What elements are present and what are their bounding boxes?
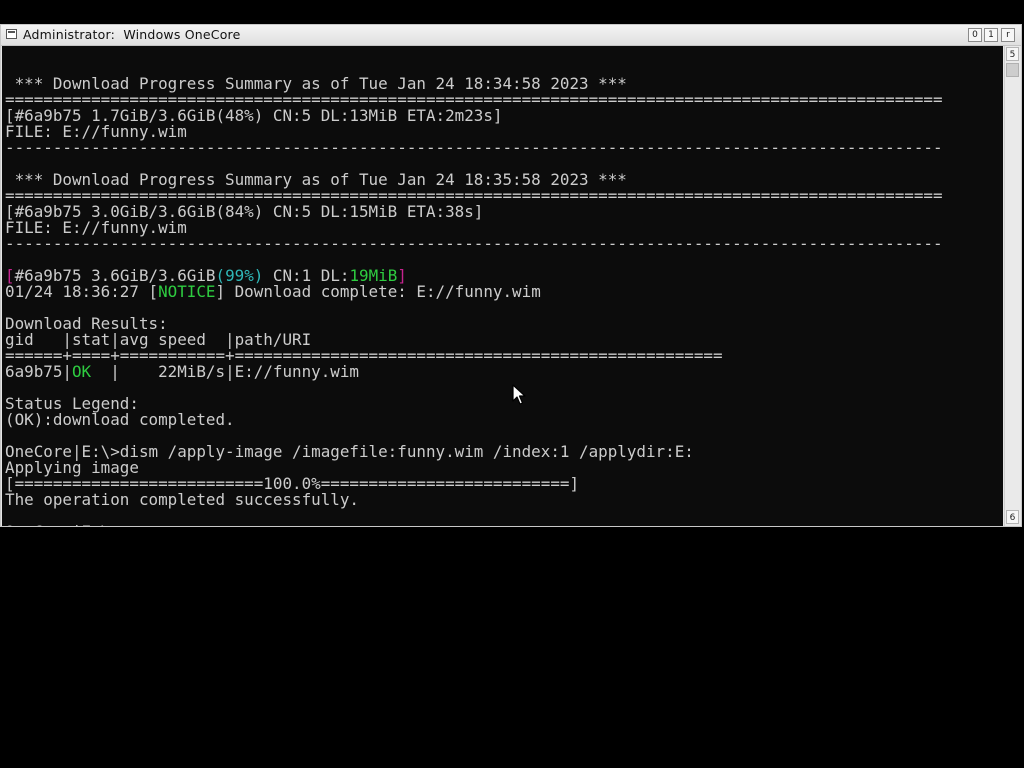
console-text-segment: The operation completed successfully. — [5, 490, 359, 509]
scroll-up-arrow-icon[interactable]: 5 — [1006, 47, 1019, 61]
scroll-down-arrow-icon[interactable]: 6 — [1006, 510, 1019, 524]
console-text-segment: NOTICE — [158, 282, 216, 301]
minimize-button[interactable]: 0 — [968, 28, 982, 42]
console-line: ----------------------------------------… — [5, 236, 943, 252]
console-line: 01/24 18:36:27 [NOTICE] Download complet… — [5, 284, 943, 300]
console-line: 6a9b75|OK | 22MiB/s|E://funny.wim — [5, 364, 943, 380]
console-line: ----------------------------------------… — [5, 140, 943, 156]
console-line: OneCore|E:\> — [5, 522, 943, 527]
vertical-scrollbar[interactable]: 5 6 — [1004, 46, 1020, 526]
console-window-icon — [6, 29, 17, 39]
scroll-thumb[interactable] — [1006, 63, 1019, 77]
console-text-segment: 6a9b75| — [5, 362, 72, 381]
console-text-segment: (OK):download completed. — [5, 410, 235, 429]
console-line: OneCore|E:\>dism /apply-image /imagefile… — [5, 444, 943, 460]
console-output[interactable]: *** Download Progress Summary as of Tue … — [2, 46, 1003, 526]
close-button[interactable]: r — [1001, 28, 1015, 42]
console-text-segment: OK — [71, 362, 92, 381]
console-window: Administrator: Windows OneCore 0 1 r ***… — [0, 24, 1022, 527]
console-text: *** Download Progress Summary as of Tue … — [5, 60, 943, 527]
console-line: The operation completed successfully. — [5, 492, 943, 508]
console-line: (OK):download completed. — [5, 412, 943, 428]
console-text-segment: ----------------------------------------… — [5, 138, 943, 157]
mouse-pointer-icon — [512, 384, 526, 405]
title-bar[interactable]: Administrator: Windows OneCore 0 1 r — [1, 25, 1021, 46]
console-text-segment: 01/24 18:36:27 [ — [5, 282, 159, 301]
console-text-segment: ] Download complete: E://funny.wim — [215, 282, 541, 301]
console-text-segment: | 22MiB/s|E://funny.wim — [91, 362, 360, 381]
maximize-button[interactable]: 1 — [984, 28, 998, 42]
window-title: Administrator: Windows OneCore — [23, 27, 241, 42]
console-text-segment: OneCore|E:\> — [5, 522, 120, 527]
console-text-segment: ----------------------------------------… — [5, 234, 943, 253]
